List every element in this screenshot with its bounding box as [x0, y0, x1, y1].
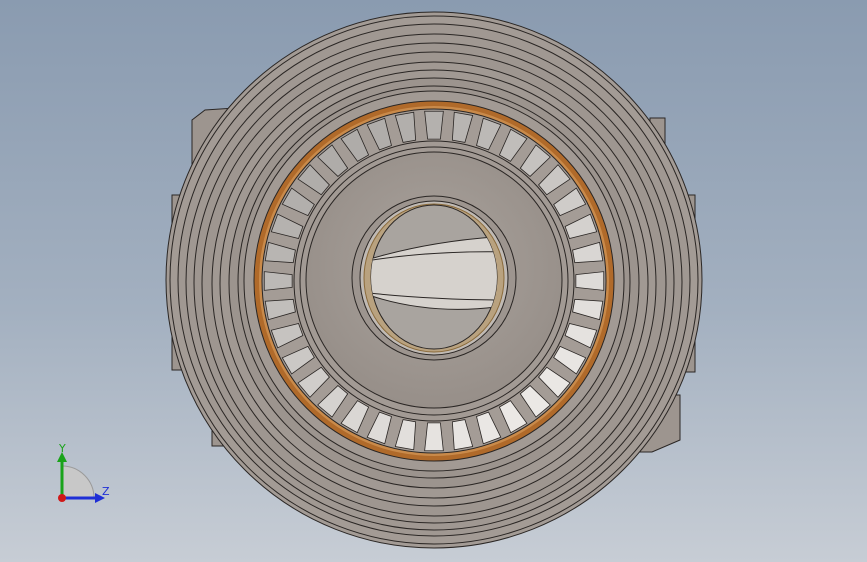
y-axis-label: Y [59, 442, 66, 455]
tapered-roller [424, 110, 444, 140]
tapered-roller [424, 422, 444, 452]
graphics-viewport[interactable]: Y Z [0, 0, 867, 562]
view-triad: Y Z [40, 438, 130, 518]
triad-plane-quarter [61, 465, 95, 499]
tapered-roller [263, 271, 293, 291]
origin-dot-icon [58, 494, 66, 502]
tapered-roller [575, 271, 605, 291]
z-axis-label: Z [102, 485, 110, 498]
shaft-bore [351, 195, 517, 361]
triad-graphic [57, 452, 105, 503]
bearing-housing-model[interactable] [0, 0, 867, 562]
